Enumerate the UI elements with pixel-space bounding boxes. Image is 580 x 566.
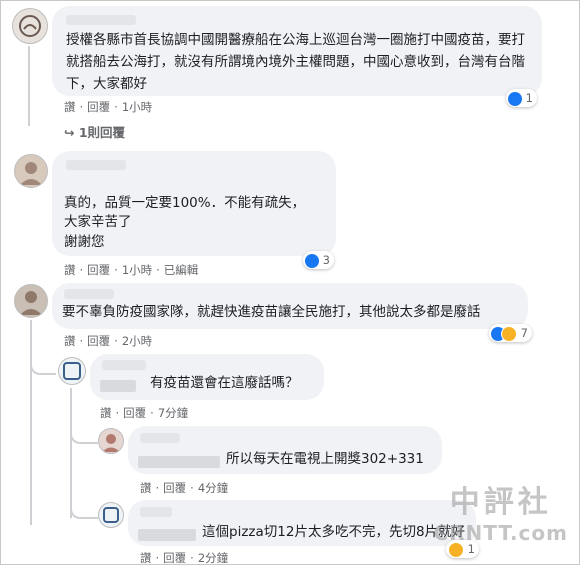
avatar-image-icon: [63, 362, 81, 380]
like-link[interactable]: 讚: [140, 481, 152, 495]
timestamp[interactable]: 4分鐘: [198, 481, 228, 495]
comment-author-name[interactable]: [66, 15, 136, 25]
comment-text: 要不辜負防疫國家隊，就趕快進疫苗讓全民施打，其他說太多都是廢話: [62, 304, 481, 320]
comment-actions: 讚 · 回覆 · 1小時: [64, 100, 153, 114]
reply-link[interactable]: 回覆: [87, 263, 110, 277]
like-reaction-icon: [305, 253, 319, 268]
timestamp[interactable]: 2分鐘: [198, 551, 228, 565]
reply-link[interactable]: 回覆: [123, 406, 146, 420]
reply-author-name[interactable]: [102, 360, 146, 370]
view-replies-link[interactable]: ↪ 1則回覆: [64, 122, 125, 141]
avatar-image-icon: [19, 15, 41, 37]
reply-bubble: 所以每天在電視上開獎302+331: [128, 426, 442, 474]
reply-link[interactable]: 回覆: [163, 481, 186, 495]
comment-line: 謝謝您: [64, 234, 105, 250]
comment-author-name[interactable]: [66, 160, 126, 170]
like-link[interactable]: 讚: [100, 406, 112, 420]
comment-line: 大家辛苦了: [64, 214, 132, 230]
avatar[interactable]: [98, 428, 124, 454]
redacted-mention: [100, 380, 136, 392]
reply-author-name[interactable]: [140, 433, 180, 443]
reply-connector: [70, 495, 98, 519]
reply-link[interactable]: 回覆: [87, 334, 110, 348]
like-link[interactable]: 讚: [64, 263, 76, 277]
reply-author-name[interactable]: [140, 507, 172, 517]
watermark-domain: CRNTT.com: [433, 521, 568, 545]
reply-arrow-icon: ↪: [64, 125, 75, 140]
reply-text: 有疫苗還會在這廢話嗎？: [150, 375, 299, 391]
like-link[interactable]: 讚: [64, 100, 76, 114]
reaction-count[interactable]: 7: [489, 324, 532, 342]
avatar-image-icon: [20, 162, 42, 185]
avatar-image-icon: [102, 434, 120, 452]
avatar[interactable]: [98, 502, 124, 528]
comment-bubble: 授權各縣市首長協調中國開醫療船在公海上巡迴台灣一圈施打中國疫苗，要打就搭船去公海…: [52, 6, 542, 96]
redacted-mention: [138, 456, 220, 468]
reply-connector: [30, 345, 56, 375]
watermark: 中評社 CRNTT.com: [433, 477, 568, 545]
reply-connector: [70, 420, 98, 444]
timestamp[interactable]: 7分鐘: [158, 406, 188, 420]
reply-bubble: 有疫苗還會在這廢話嗎？: [90, 354, 324, 400]
avatar[interactable]: [14, 284, 48, 318]
comment-actions: 讚 · 回覆 · 2小時: [64, 334, 153, 348]
comment-text: 授權各縣市首長協調中國開醫療船在公海上巡迴台灣一圈施打中國疫苗，要打就搭船去公海…: [66, 32, 525, 92]
avatar[interactable]: [12, 8, 48, 44]
comment-author-name[interactable]: [64, 289, 114, 299]
like-link[interactable]: 讚: [64, 334, 76, 348]
reaction-count[interactable]: 1: [506, 89, 537, 107]
comment-actions: 讚 · 回覆 · 1小時 · 已編輯: [64, 263, 199, 277]
comment-bubble: 真的，品質一定要100%．不能有疏失， 大家辛苦了 謝謝您: [52, 151, 336, 256]
reply-actions: 讚 · 回覆 · 4分鐘: [140, 481, 229, 495]
reply-link[interactable]: 回覆: [163, 551, 186, 565]
haha-reaction-icon: [501, 325, 517, 342]
timestamp[interactable]: 1小時: [122, 263, 152, 277]
timestamp[interactable]: 2小時: [122, 334, 152, 348]
like-link[interactable]: 讚: [140, 551, 152, 565]
avatar-image-icon: [103, 507, 119, 523]
reply-actions: 讚 · 回覆 · 7分鐘: [100, 406, 189, 420]
reply-actions: 讚 · 回覆 · 2分鐘: [140, 551, 229, 565]
reaction-count[interactable]: 3: [303, 251, 334, 269]
reply-bubble: 這個pizza切12片太多吃不完，先切8片就好: [128, 500, 476, 546]
timestamp[interactable]: 1小時: [122, 100, 152, 114]
avatar[interactable]: [14, 154, 48, 188]
comment-bubble: 要不辜負防疫國家隊，就趕快進疫苗讓全民施打，其他說太多都是廢話: [52, 283, 528, 329]
reply-link[interactable]: 回覆: [87, 100, 110, 114]
watermark-chinese: 中評社: [449, 485, 552, 520]
reply-text: 所以每天在電視上開獎302+331: [226, 451, 424, 467]
like-reaction-icon: [508, 91, 522, 106]
redacted-mention: [138, 529, 196, 541]
avatar[interactable]: [58, 357, 86, 385]
reply-text: 這個pizza切12片太多吃不完，先切8片就好: [202, 524, 466, 540]
thread-line: [28, 46, 30, 126]
edited-label[interactable]: 已編輯: [164, 263, 199, 277]
avatar-image-icon: [20, 291, 42, 315]
